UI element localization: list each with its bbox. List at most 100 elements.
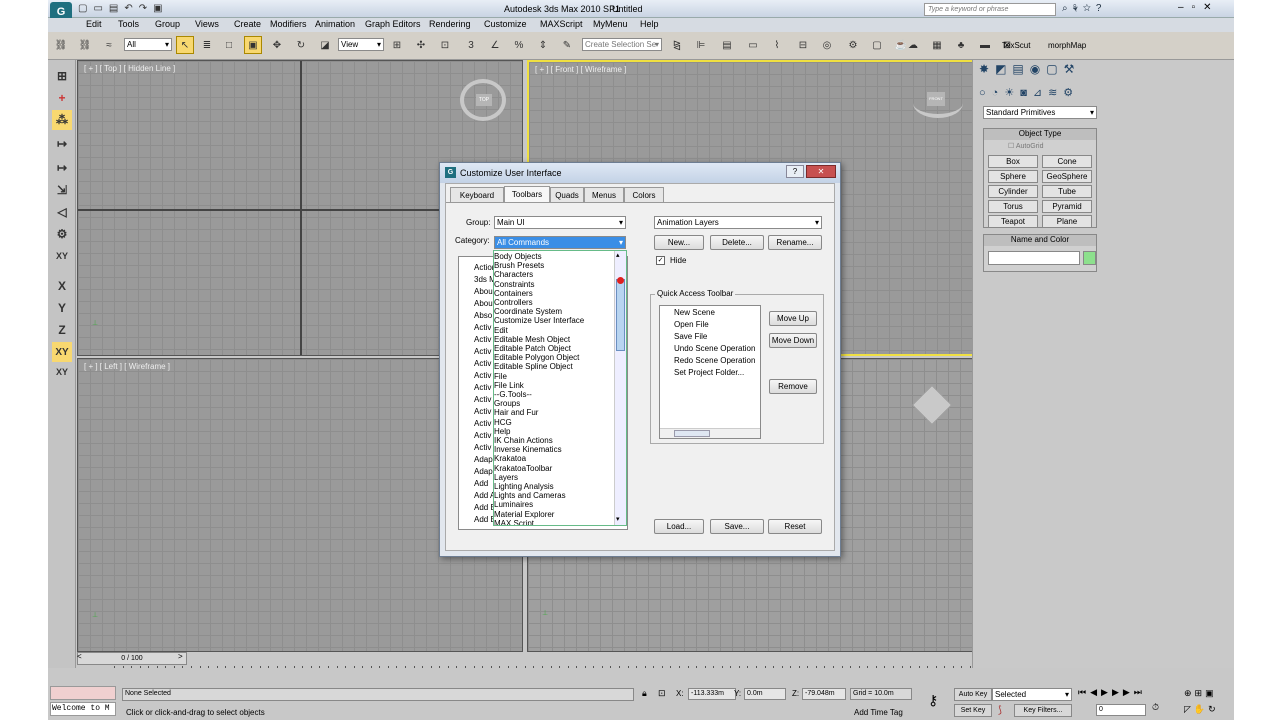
new-toolbar-button[interactable]: New... [654,235,704,250]
action-item[interactable]: Activ [474,347,491,356]
tab-colors[interactable]: Colors [624,187,664,202]
project-icon[interactable]: ▣ [153,3,168,14]
create-tab-icon[interactable]: ✸ [979,62,995,76]
category-option[interactable]: Editable Patch Object [494,344,571,353]
rendered-frame-icon[interactable]: ▢ [868,36,886,54]
select-by-name-icon[interactable]: ≣ [198,36,216,54]
auto-key-button[interactable]: Auto Key [954,688,992,701]
percent-snap-icon[interactable]: % [510,36,528,54]
quick-access-item[interactable]: Save File [674,332,707,341]
category-option[interactable]: Controllers [494,298,533,307]
dialog-title-bar[interactable]: G Customize User Interface ? ✕ [440,163,840,183]
delete-toolbar-button[interactable]: Delete... [710,235,764,250]
orbit-icon[interactable]: ↻ [1208,704,1219,714]
action-item[interactable]: Activ [474,335,491,344]
viewcube-icon[interactable]: TOP [476,94,492,106]
tool-icon-9[interactable]: XY [52,246,72,266]
quick-access-list[interactable]: New Scene Open File Save File Undo Scene Op… [659,305,761,439]
action-item[interactable]: Abso [474,311,492,320]
select-object-icon[interactable]: ↖ [176,36,194,54]
menu-customize[interactable]: Customize [484,19,527,29]
category-option[interactable]: Editable Polygon Object [494,353,579,362]
goto-end-icon[interactable]: ⏭︎ [1134,687,1146,697]
help-icon[interactable]: ? [1096,3,1107,14]
bind-space-warp-icon[interactable]: ≈ [100,36,118,54]
menu-modifiers[interactable]: Modifiers [270,19,307,29]
dropdown-scrollbar[interactable]: ▴ ▾ [614,251,626,525]
cylinder-button[interactable]: Cylinder [988,185,1038,198]
time-slider-next-icon[interactable]: > [178,652,183,661]
prev-frame-icon[interactable]: ◀ [1090,687,1101,697]
category-option[interactable]: Krakatoa [494,454,526,463]
qa-hscroll-thumb[interactable] [674,430,710,437]
viewcube-persp-icon[interactable] [912,385,952,425]
category-option[interactable]: Coordinate System [494,307,562,316]
transform-mode-icon[interactable]: ⊡ [658,688,666,699]
move-down-button[interactable]: Move Down [769,333,817,348]
pyramid-button[interactable]: Pyramid [1042,200,1092,213]
category-option[interactable]: Editable Spline Object [494,362,573,371]
category-option[interactable]: --G.Tools-- [494,390,532,399]
zoom-all-icon[interactable]: ⊞ [1195,688,1206,698]
quick-access-item[interactable]: Redo Scene Operation [674,356,755,365]
menu-help[interactable]: Help [640,19,659,29]
scroll-down-icon[interactable]: ▾ [616,515,620,523]
action-item[interactable]: Add [474,479,488,488]
quick-access-item[interactable]: Set Project Folder... [674,368,744,377]
motion-tab-icon[interactable]: ◉ [1030,62,1046,76]
move-up-button[interactable]: Move Up [769,311,817,326]
edit-named-selection-icon[interactable]: ✎ [558,36,576,54]
script-2-icon[interactable]: ♣ [952,36,970,54]
axis-y-button[interactable]: Y [52,298,72,318]
menu-graph-editors[interactable]: Graph Editors [365,19,421,29]
action-item[interactable]: Abou [474,299,493,308]
script-1-icon[interactable]: ▦ [928,36,946,54]
action-item[interactable]: Activ [474,371,491,380]
action-item[interactable]: Activ [474,323,491,332]
group-dropdown[interactable]: Main UI [494,216,626,229]
axis-xy-cycle-button[interactable]: XY [52,362,72,382]
tool-icon-7[interactable]: ◁ [52,202,72,222]
tool-icon-8[interactable]: ⚙ [52,224,72,244]
display-tab-icon[interactable]: ▢ [1046,62,1063,76]
maxscript-mini-listener[interactable]: Welcome to M [50,702,116,716]
link-icon[interactable]: ⛓ [52,36,70,54]
y-coordinate-field[interactable]: 0.0m [744,688,786,700]
axis-x-button[interactable]: X [52,276,72,296]
category-option[interactable]: Editable Mesh Object [494,335,570,344]
material-editor-icon[interactable]: ◎ [818,36,836,54]
rectangular-selection-icon[interactable]: □ [220,36,238,54]
tool-icon-5[interactable]: ↦ [52,158,72,178]
axis-z-button[interactable]: Z [52,320,72,340]
utilities-tab-icon[interactable]: ⚒ [1064,62,1081,76]
torus-button[interactable]: Torus [988,200,1038,213]
render-iterative-icon[interactable]: ☁ [904,36,922,54]
box-button[interactable]: Box [988,155,1038,168]
minimize-icon[interactable]: – [1178,2,1192,13]
lock-selection-icon[interactable]: 🔒︎ [642,688,647,699]
zoom-icon[interactable]: ⊕ [1184,688,1195,698]
hierarchy-tab-icon[interactable]: ▤ [1012,62,1029,76]
quick-access-item[interactable]: Open File [674,320,709,329]
graphite-tools-icon[interactable]: ▭ [744,36,762,54]
maximize-icon[interactable]: ▫ [1192,2,1204,13]
set-key-button[interactable]: Set Key [954,704,992,717]
next-frame-icon[interactable]: ▶▶ [1112,687,1134,697]
object-name-input[interactable] [988,251,1080,265]
tab-toolbars[interactable]: Toolbars [504,186,550,202]
category-option[interactable]: Lights and Cameras [494,491,566,500]
category-option[interactable]: Customize User Interface [494,316,584,325]
current-frame-field[interactable]: 0 [1096,704,1146,716]
play-icon[interactable]: ▶ [1101,687,1112,697]
undo-icon[interactable]: ↶ [124,3,138,14]
new-icon[interactable]: ▢ [78,3,93,14]
menu-rendering[interactable]: Rendering [429,19,471,29]
menu-group[interactable]: Group [155,19,180,29]
selection-filter-dropdown[interactable]: All [124,38,172,51]
category-option[interactable]: Help [494,427,510,436]
category-option[interactable]: Luminaires [494,500,533,509]
viewport-top-label[interactable]: [ + ] [ Top ] [ Hidden Line ] [84,64,175,73]
load-button[interactable]: Load... [654,519,704,534]
object-type-title[interactable]: Object Type [984,129,1096,140]
menu-views[interactable]: Views [195,19,219,29]
